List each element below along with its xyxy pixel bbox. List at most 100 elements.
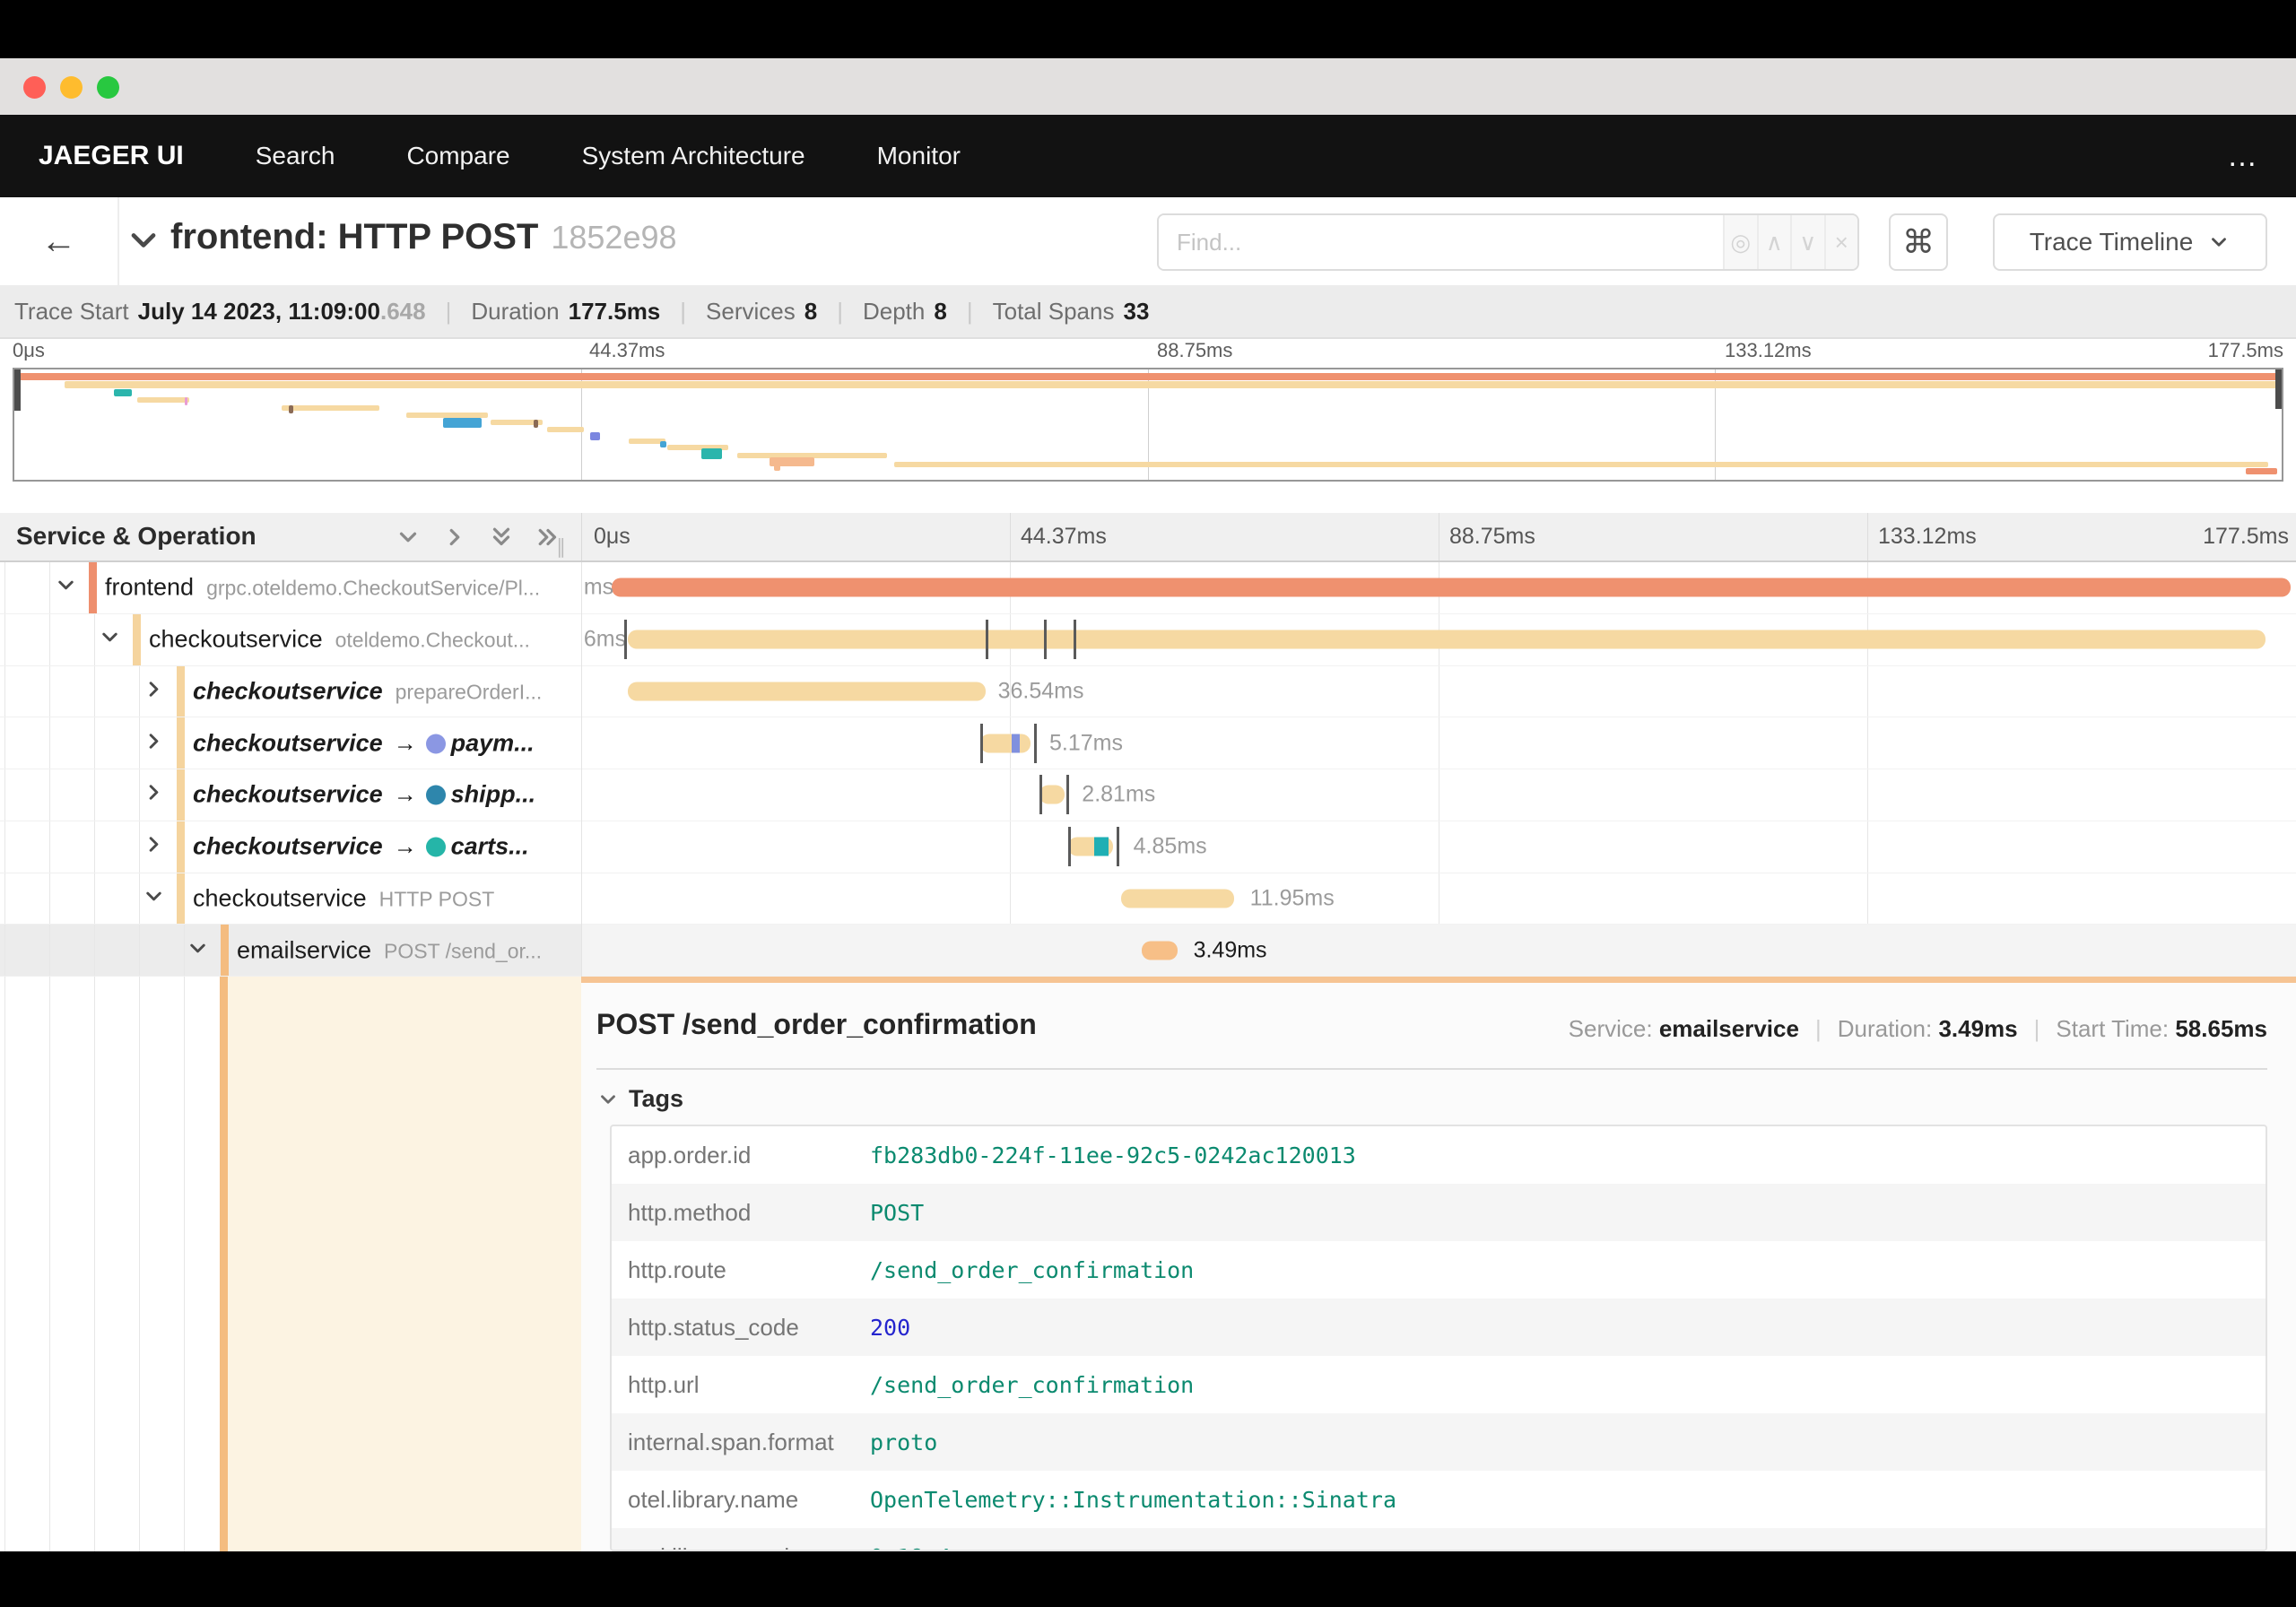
column-resize-handle[interactable]: ∥ [556,535,566,559]
span-duration-bar[interactable] [1039,786,1065,804]
span-duration-bar[interactable] [628,682,987,700]
tags-section-toggle[interactable]: Tags [596,1085,683,1113]
indent-guide [94,821,95,873]
tag-row[interactable]: otel.library.nameOpenTelemetry::Instrume… [612,1471,2266,1528]
span-name-cell[interactable]: emailservicePOST /send_or... [0,925,581,977]
span-timeline-cell[interactable]: 5.17ms [581,717,2296,769]
indent-guide [49,614,50,665]
span-bound-tick [1039,775,1042,814]
minimap-span [2246,468,2277,474]
keyboard-shortcuts-button[interactable]: ⌘ [1889,213,1948,271]
next-result-icon[interactable]: ∨ [1792,215,1826,269]
span-duration-bar[interactable] [612,578,2291,597]
indent-guide [49,925,50,976]
nav-item-system-architecture[interactable]: System Architecture [582,142,805,169]
meta-services: Services8 [706,298,817,326]
tag-row[interactable]: http.url/send_order_confirmation [612,1356,2266,1413]
span-duration-bar[interactable] [1142,941,1178,960]
nav-item-compare[interactable]: Compare [406,142,509,169]
span-bound-tick [1066,775,1069,814]
trace-collapse-chevron-icon[interactable] [124,221,163,265]
detail-meta-duration: Duration: 3.49ms [1838,1015,2018,1042]
span-name-cell[interactable]: checkoutserviceHTTP POST [0,873,581,925]
span-name-cell[interactable]: frontendgrpc.oteldemo.CheckoutService/Pl… [0,562,581,614]
detail-meta-separator: | [2034,1015,2040,1042]
nav-item-search[interactable]: Search [256,142,335,169]
tags-section-label: Tags [629,1085,683,1113]
tag-row[interactable]: internal.span.formatproto [612,1413,2266,1471]
indent-guide [4,614,5,665]
collapse-row-icon[interactable] [54,573,78,602]
meta-separator: | [680,298,686,326]
span-rows: frontendgrpc.oteldemo.CheckoutService/Pl… [0,562,2296,977]
find-input[interactable] [1159,215,1723,269]
span-name-cell[interactable]: checkoutserviceprepareOrderI... [0,666,581,718]
nav-overflow-menu[interactable]: … [2227,115,2260,197]
tag-row[interactable]: http.methodPOST [612,1184,2266,1241]
macos-titlebar [0,58,2296,115]
service-name: checkoutservice [193,729,383,756]
span-name-cell[interactable]: checkoutservice→paym... [0,717,581,769]
nav-item-monitor[interactable]: Monitor [877,142,961,169]
expand-row-icon[interactable] [142,780,166,809]
ruler-tick-label: 0μs [594,524,631,550]
prev-result-icon[interactable]: ∧ [1759,215,1793,269]
tag-key: otel.library.name [612,1486,870,1514]
span-duration-label: ms [584,575,613,601]
span-timeline-cell[interactable]: 11.95ms [581,873,2296,925]
locate-icon[interactable]: ◎ [1725,215,1759,269]
span-duration-bar[interactable] [1121,889,1234,908]
tag-value: POST [870,1200,924,1226]
find-bar: ◎∧∨× [1157,213,1859,271]
service-name: frontend [105,574,194,601]
expand-row-icon[interactable] [142,729,166,758]
span-name-cell[interactable]: checkoutservice→carts... [0,821,581,873]
span-timeline-cell[interactable]: 3.49ms [581,925,2296,977]
expand-row-icon[interactable] [142,677,166,706]
span-duration-bar[interactable] [628,630,2266,649]
minimap-span [282,405,379,411]
minimap-drag-handle-left[interactable] [14,369,21,411]
collapse-row-icon[interactable] [186,936,210,965]
column-divider [581,513,582,560]
detail-meta-separator: | [1815,1015,1822,1042]
collapse-one-icon[interactable] [395,524,422,555]
detail-meta-service: Service: emailservice [1569,1015,1799,1042]
collapse-all-icon[interactable] [488,524,515,555]
jaeger-logo[interactable]: JAEGER UI [39,141,184,171]
tag-row[interactable]: otel.library.version0.19.4 [612,1528,2266,1551]
span-color-accent [177,821,185,873]
collapse-row-icon[interactable] [98,625,122,654]
minimap-drag-handle-right[interactable] [2275,369,2282,409]
minimap-span [137,397,189,403]
window-zoom-button[interactable] [97,76,119,99]
window-minimize-button[interactable] [60,76,83,99]
span-name-cell[interactable]: checkoutservice→shipp... [0,769,581,821]
clear-icon[interactable]: × [1826,215,1858,269]
indent-guide [49,562,50,613]
timeline-minimap[interactable] [13,368,2283,482]
tag-row[interactable]: app.order.idfb283db0-224f-11ee-92c5-0242… [612,1126,2266,1184]
collapse-row-icon[interactable] [142,884,166,913]
span-timeline-cell[interactable]: 2.81ms [581,769,2296,821]
window-close-button[interactable] [23,76,46,99]
tag-row[interactable]: http.status_code200 [612,1299,2266,1356]
span-timeline-cell[interactable]: 36.54ms [581,666,2296,718]
target-service-name: carts... [451,833,529,860]
tag-key: internal.span.format [612,1429,870,1456]
expand-row-icon[interactable] [142,832,166,861]
span-timeline-cell[interactable]: ms [581,562,2296,614]
span-row-label: frontendgrpc.oteldemo.CheckoutService/Pl… [105,574,540,602]
trace-view-selector[interactable]: Trace Timeline [1993,213,2267,271]
tag-row[interactable]: http.route/send_order_confirmation [612,1241,2266,1299]
minimap-span [774,457,781,471]
span-duration-bar[interactable] [980,734,1030,752]
span-timeline-cell[interactable]: 6ms [581,614,2296,666]
span-name-cell[interactable]: checkoutserviceoteldemo.Checkout... [0,614,581,666]
span-timeline-cell[interactable]: 4.85ms [581,821,2296,873]
back-button[interactable]: ← [0,197,119,285]
expand-one-icon[interactable] [441,524,468,555]
command-icon: ⌘ [1902,223,1935,261]
tag-key: app.order.id [612,1142,870,1169]
span-color-accent [177,873,185,925]
